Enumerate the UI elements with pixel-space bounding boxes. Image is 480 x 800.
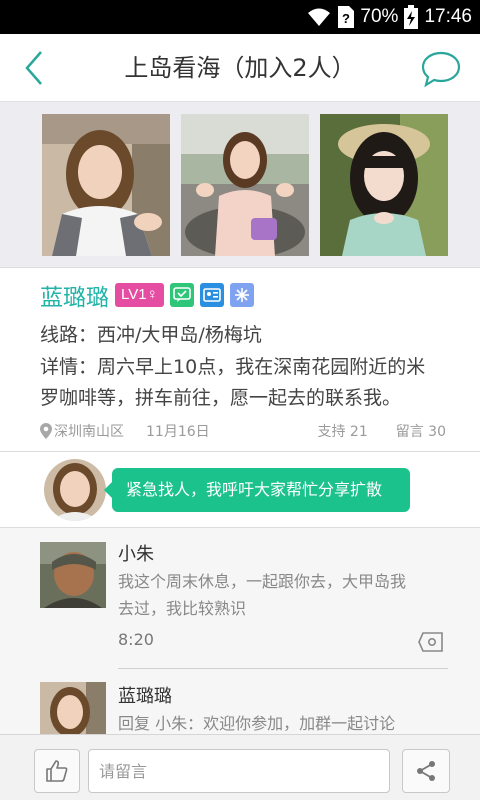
comment-text-line-2: 去过，我比较熟识 <box>118 599 247 618</box>
wifi-icon <box>306 7 332 27</box>
chat-bubble-icon <box>421 51 461 88</box>
reply-icon <box>418 632 443 652</box>
thumbs-up-icon <box>46 760 68 782</box>
location-pin-icon <box>40 423 52 439</box>
route-value: 西冲/大甲岛/杨梅坑 <box>97 324 262 346</box>
share-icon <box>417 761 435 781</box>
reply-button[interactable] <box>418 632 444 652</box>
avatar[interactable] <box>44 459 106 521</box>
like-button[interactable] <box>34 749 80 793</box>
detail-label: 详情： <box>40 356 98 378</box>
comment-author[interactable]: 小朱 <box>118 540 154 566</box>
post-date: 11月16日 <box>146 424 210 440</box>
author-row: 蓝璐璐 LV1♀ <box>40 278 254 312</box>
verified-chat-icon <box>169 283 194 307</box>
photo-2[interactable] <box>181 114 309 256</box>
comment-author[interactable]: 蓝璐璐 <box>118 682 172 708</box>
comment-text: 我这个周末休息，一起跟你去，大甲岛我 去过，我比较熟识 <box>118 568 448 622</box>
location-text: 深圳南山区 <box>54 424 124 440</box>
comment-time: 8:20 <box>118 630 154 649</box>
clock: 17:46 <box>424 6 472 27</box>
photo-3[interactable] <box>320 114 448 256</box>
header: 上岛看海（加入2人） <box>0 34 480 102</box>
post-info: 蓝璐璐 LV1♀ 线路：西冲/大甲岛/杨梅坑 详情：周六早上10点，我在深南花园… <box>0 268 480 452</box>
post-meta: 深圳南山区 11月16日 支持 21 留言 30 <box>40 420 446 442</box>
chat-button[interactable] <box>420 50 462 88</box>
detail-block: 详情：周六早上10点，我在深南花园附近的米 罗咖啡等，拼车前往，愿一起去的联系我… <box>40 352 425 414</box>
detail-line-1: 周六早上10点，我在深南花园附近的米 <box>97 356 426 378</box>
comment-text: 回复 小朱：欢迎你参加，加群一起讨论 <box>118 714 396 733</box>
divider <box>118 668 448 669</box>
urgent-notice: 紧急找人，我呼吁大家帮忙分享扩散 <box>0 452 480 528</box>
avatar[interactable] <box>40 542 106 608</box>
comment-list: 小朱 我这个周末休息，一起跟你去，大甲岛我 去过，我比较熟识 8:20 蓝璐璐 … <box>0 528 480 734</box>
svg-text:?: ? <box>342 11 350 26</box>
comment-input[interactable] <box>88 749 390 793</box>
photo-1[interactable] <box>42 114 170 256</box>
detail-line-2: 罗咖啡等，拼车前往，愿一起去的联系我。 <box>40 387 402 409</box>
urgent-bubble[interactable]: 紧急找人，我呼吁大家帮忙分享扩散 <box>104 468 410 512</box>
battery-charging-icon <box>404 5 419 29</box>
status-bar: ? 70% 17:46 <box>0 0 480 34</box>
battery-percent: 70% <box>360 6 399 27</box>
photo-strip <box>0 102 480 268</box>
route-line: 线路：西冲/大甲岛/杨梅坑 <box>40 320 262 347</box>
share-button[interactable] <box>402 749 450 793</box>
level-badge: LV1♀ <box>115 283 164 307</box>
route-label: 线路： <box>40 324 98 346</box>
avatar[interactable] <box>40 682 106 734</box>
sim-unknown-icon: ? <box>338 6 355 28</box>
page-title: 上岛看海（加入2人） <box>124 54 356 82</box>
id-card-icon <box>199 283 224 307</box>
comment-count[interactable]: 留言 30 <box>396 421 446 441</box>
author-name[interactable]: 蓝璐璐 <box>40 278 109 312</box>
bottom-bar <box>0 734 480 800</box>
location: 深圳南山区 <box>40 421 124 441</box>
snowflake-icon <box>229 283 254 307</box>
comment-text-line-1: 我这个周末休息，一起跟你去，大甲岛我 <box>118 572 407 591</box>
support-count[interactable]: 支持 21 <box>317 421 367 441</box>
